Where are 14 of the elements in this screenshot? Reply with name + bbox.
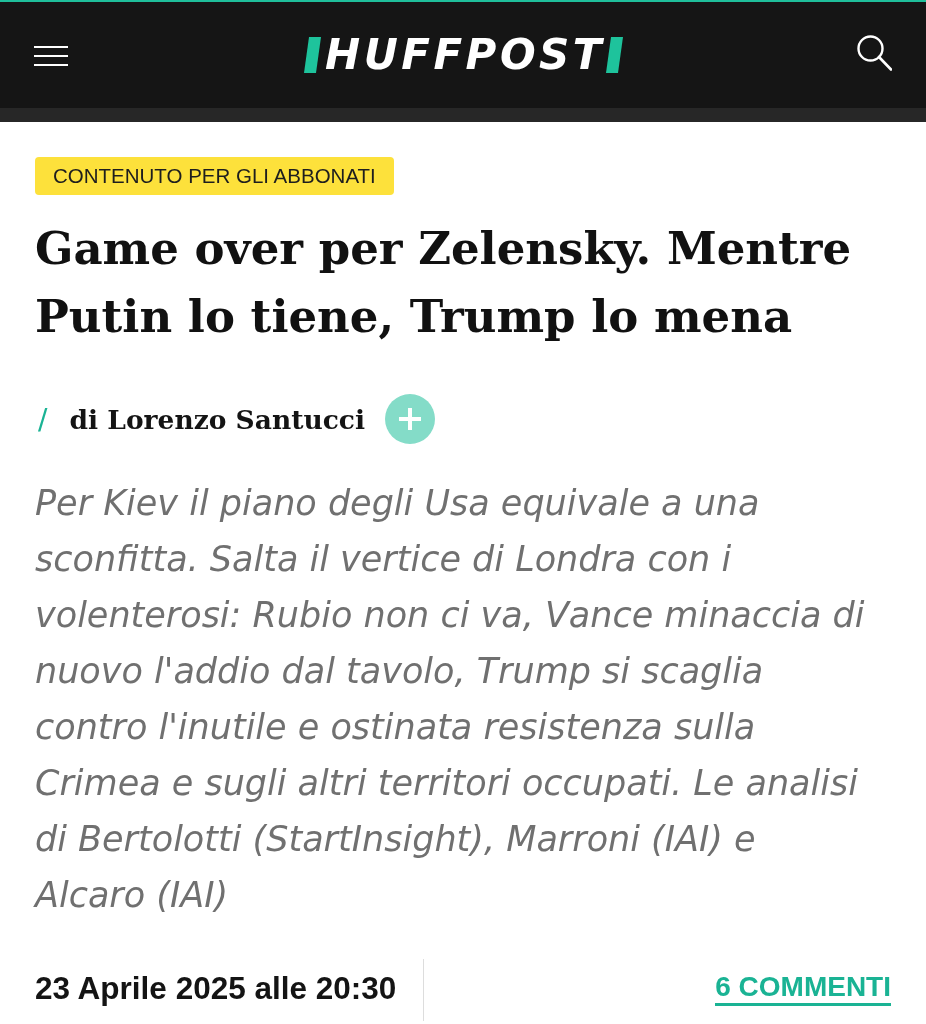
logo-stripe-icon (606, 37, 623, 73)
menu-button[interactable] (34, 46, 68, 66)
logo-stripe-icon (304, 37, 321, 73)
search-icon (857, 35, 892, 71)
subscriber-badge: CONTENUTO PER GLI ABBONATI (35, 157, 394, 195)
article-summary: Per Kiev il piano degli Usa equivale a una sconfitta. Salta il vertice di Londra con i volenterosi: Rubio non ci va, Vance minaccia di nuovo l'addio dal tavolo, Trump si scaglia contro l'inutile e ostinata resistenza sulla Crimea e sugli altri territori occupati. Le analisi di Bertolotti (StartInsight), Marroni (IAI) e Alcaro (IAI) (35, 482, 866, 917)
plus-icon (399, 408, 422, 430)
article-title: Game over per Zelensky. Mentre Putin lo tiene, Trump lo mena (35, 221, 853, 345)
byline-separator: / (38, 402, 48, 436)
author-name[interactable]: di Lorenzo Santucci (69, 403, 366, 435)
logo-wordmark[interactable]: HUFFPOST (325, 34, 605, 76)
search-button[interactable] (857, 35, 892, 71)
menu-icon (34, 46, 68, 66)
publish-date: 23 Aprile 2025 alle 20:30 (35, 969, 397, 1007)
